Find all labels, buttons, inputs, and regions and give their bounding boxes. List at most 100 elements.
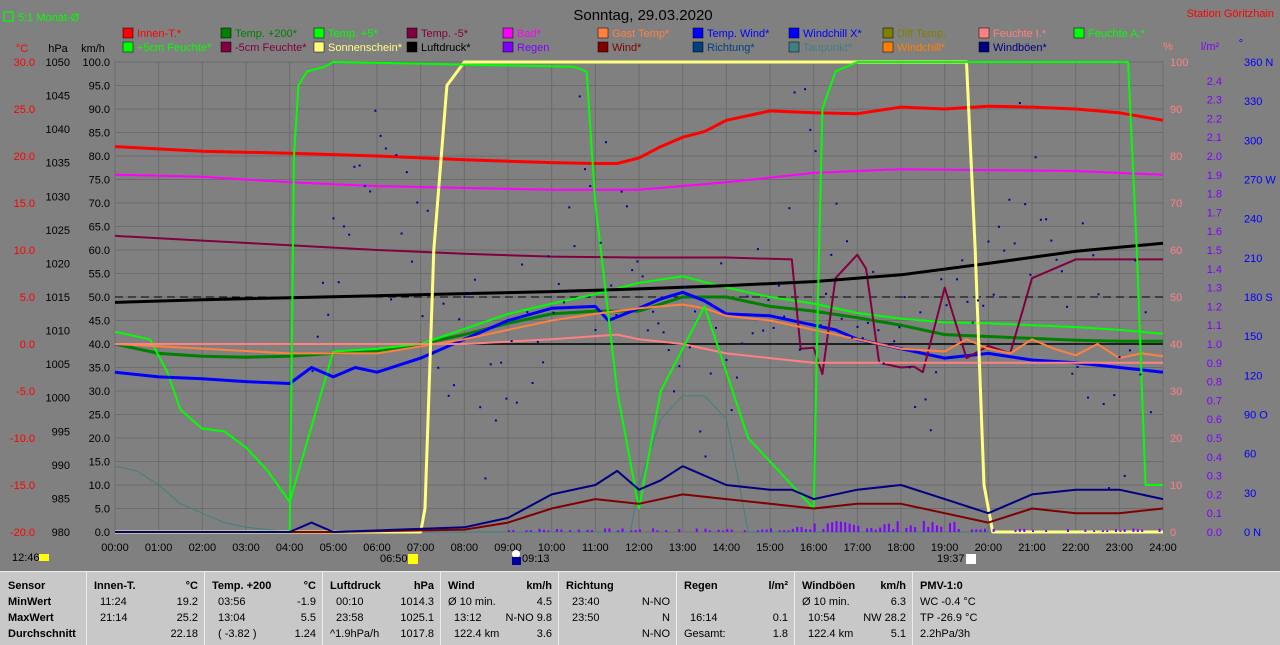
unit-lm2: l/m² [1201,41,1220,53]
pressure-tick-label: 1010 [46,326,70,338]
legend-swatch [1073,27,1085,39]
pressure-max-value: 1025.1 [400,612,434,624]
innen-min-value: 19.2 [176,596,198,608]
statistics-panel: Sensor MinWert MaxWert Durchschnitt Inne… [0,571,1280,645]
direction-dot [353,165,356,168]
direction-dot [1024,203,1027,206]
wind-min-label: Ø 10 min. [448,596,496,608]
rain-tick-label: 1.0 [1207,339,1222,351]
rain-bar [704,528,707,532]
direction-dot [898,326,901,329]
pressure-tick-label: 1005 [46,359,70,371]
legend-label: Windchill X* [803,28,862,40]
temperature-tick-label: 15.0 [14,198,35,210]
unit-degree: ° [1239,38,1243,50]
temperature-tick-label: 0.0 [20,339,35,351]
humidity-tick-label: 80 [1170,151,1182,163]
humidity-tick-label: 40 [1170,339,1182,351]
rain-bar [1023,528,1026,532]
time-tick-label: 16:00 [800,542,828,554]
direction-dot [1034,156,1037,159]
rain-tick-label: 2.1 [1207,132,1222,144]
direction-dot [1076,365,1079,368]
direction-tick-label: 360 N [1244,57,1273,69]
time-tick-label: 04:00 [276,542,304,554]
weather-chart: 00:00 01:00 02:00 03:00 04:00 05:00 06:00 07:00… [0,0,1280,571]
time-tick-label: 18:00 [887,542,915,554]
direction-max-time: 23:50 [572,612,600,624]
time-tick-label: 15:00 [756,542,784,554]
rain-bar [983,528,986,532]
direction-tick-label: 0 N [1244,527,1261,539]
rain-bar [804,529,807,532]
direction-dot [510,340,513,343]
direction-dot [1029,273,1032,276]
direction-dot [861,337,864,340]
direction-dot [652,310,655,313]
speed-tick-label: 35.0 [89,363,110,375]
direction-dot [1107,487,1110,490]
legend-swatch [406,27,418,39]
time-tick-label: 12:00 [625,542,653,554]
direction-dot [552,311,555,314]
direction-dot [311,370,314,373]
rain-bar [1066,529,1069,532]
direction-dot [783,315,786,318]
speed-tick-label: 5.0 [95,504,110,516]
direction-dot [515,401,518,404]
direction-dot [1144,311,1147,314]
period-toggle-label[interactable]: 5:1 Monat-Ø [18,12,80,24]
rain-bar [949,523,952,532]
rain-bar [542,529,545,532]
direction-dot [348,233,351,236]
rain-bar [844,522,847,532]
direction-dot [667,349,670,352]
direction-dot [442,302,445,305]
legend-label: Temp. -5* [421,28,469,40]
legend-label: Diff Temp. [897,28,946,40]
direction-dot [1128,349,1131,352]
pressure-tick-label: 990 [52,460,70,472]
direction-dot [458,318,461,321]
direction-dot [709,372,712,375]
direction-dot [950,356,953,359]
direction-dot [735,376,738,379]
legend-label: Wind* [612,42,642,54]
gust-max-value: NW 28.2 [863,612,906,624]
rain-bar [809,529,812,532]
direction-dot [374,109,377,112]
rain-bar [1136,529,1139,532]
direction-dot [694,310,697,313]
stats-row-avg: Durchschnitt [8,628,76,640]
direction-dot [1118,356,1121,359]
rain-tick-label: 1.1 [1207,320,1222,332]
speed-tick-label: 15.0 [89,457,110,469]
direction-dot [756,248,759,251]
stats-unit-rain: l/m² [768,580,788,592]
legend-swatch [122,27,134,39]
stats-unit-wind: km/h [526,580,552,592]
rain-bar [770,528,772,532]
direction-dot [1071,372,1074,375]
rain-bar [730,529,733,532]
direction-dot [421,315,424,318]
direction-dot [578,95,581,98]
rain-tick-label: 0.4 [1207,452,1222,464]
rain-bar [560,529,563,532]
speed-tick-label: 0.0 [95,527,110,539]
legend-label: Temp. +200* [235,28,298,40]
pressure-trend: ^1.9hPa/h [330,628,380,640]
direction-dot [992,293,995,296]
direction-dot [589,185,592,188]
direction-dot [1139,373,1142,376]
direction-dot [699,430,702,433]
rain-bar [1141,529,1144,532]
temperature-tick-label: -5.0 [16,386,35,398]
stats-unit-innen: °C [185,580,198,592]
time-tick-label: 20:00 [975,542,1003,554]
rain-bar [508,530,510,532]
legend-swatch [220,41,232,53]
direction-dot [856,325,859,328]
direction-dot [751,332,754,335]
direction-dot [1039,218,1042,221]
